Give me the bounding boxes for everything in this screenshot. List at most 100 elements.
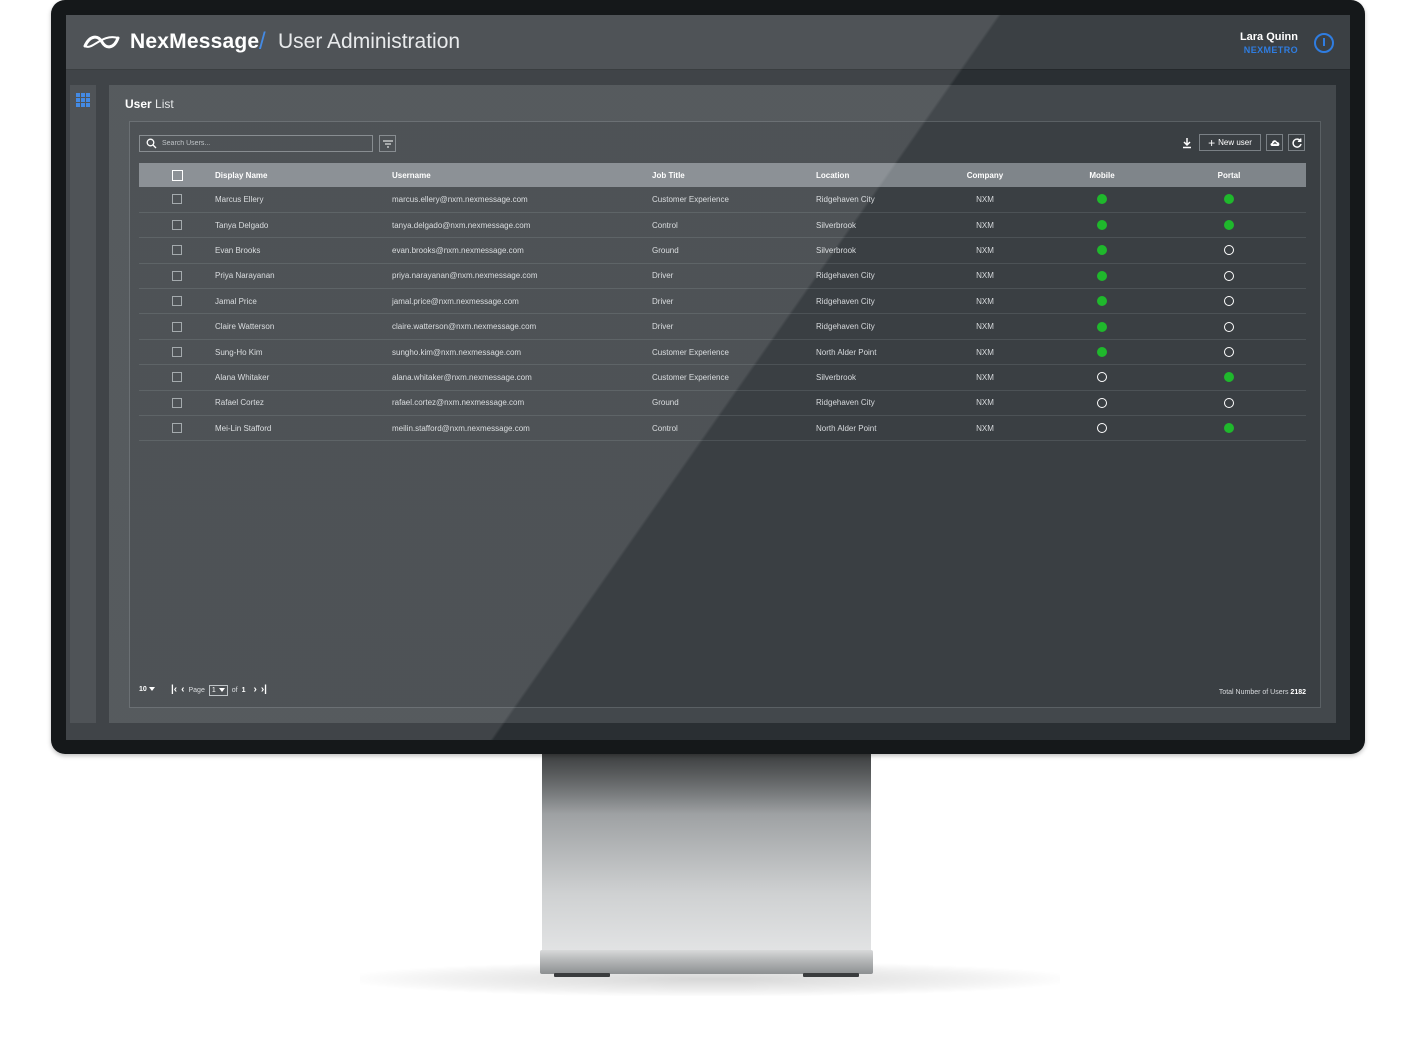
row-checkbox[interactable] xyxy=(172,347,182,358)
cell-company: NXM xyxy=(948,390,1022,417)
mobile-status-icon xyxy=(1097,347,1107,358)
cell-portal xyxy=(1182,313,1306,340)
cell-portal xyxy=(1182,288,1306,315)
table-row[interactable]: Mei-Lin Stafford meilin.stafford@nxm.nexm… xyxy=(139,415,1306,442)
row-checkbox[interactable] xyxy=(172,270,182,281)
row-select-cell xyxy=(139,187,215,213)
download-button[interactable] xyxy=(1180,135,1194,152)
cell-username: priya.narayanan@nxm.nexmessage.com xyxy=(392,263,652,290)
cell-mobile xyxy=(1022,313,1182,340)
table-row[interactable]: Priya Narayanan priya.narayanan@nxm.nexme… xyxy=(139,263,1306,290)
current-page-select[interactable]: 1 xyxy=(208,684,228,696)
screen: NexMessage / User Administration Lara Qu… xyxy=(66,15,1350,740)
cell-location: North Alder Point xyxy=(816,339,948,366)
row-select-cell xyxy=(139,390,215,417)
row-checkbox[interactable] xyxy=(172,423,182,434)
page-size-select[interactable]: 10 xyxy=(139,686,155,693)
row-checkbox[interactable] xyxy=(172,220,182,231)
row-select-cell xyxy=(139,237,215,264)
cell-display-name: Priya Narayanan xyxy=(215,263,392,290)
column-header-username[interactable]: Username xyxy=(392,163,652,187)
cell-company: NXM xyxy=(948,288,1022,315)
previous-page-icon[interactable]: ‹ xyxy=(181,685,184,695)
row-checkbox[interactable] xyxy=(172,397,182,408)
table-row[interactable]: Tanya Delgado tanya.delgado@nxm.nexmessag… xyxy=(139,212,1306,239)
portal-status-icon xyxy=(1224,397,1234,408)
cell-username: jamal.price@nxm.nexmessage.com xyxy=(392,288,652,315)
search-icon xyxy=(146,138,157,149)
user-name[interactable]: Lara Quinn xyxy=(1240,31,1298,43)
page-label: Page xyxy=(188,686,205,694)
panel-title: User List xyxy=(125,97,174,111)
cell-company: NXM xyxy=(948,187,1022,213)
column-header-job-title[interactable]: Job Title xyxy=(652,163,816,187)
table-row[interactable]: Jamal Price jamal.price@nxm.nexmessage.co… xyxy=(139,288,1306,315)
column-header-display-name[interactable]: Display Name xyxy=(215,163,392,187)
row-select-cell xyxy=(139,212,215,239)
row-checkbox[interactable] xyxy=(172,296,182,307)
cell-company: NXM xyxy=(948,415,1022,442)
of-label: of xyxy=(231,686,238,694)
row-checkbox[interactable] xyxy=(172,372,182,383)
row-checkbox[interactable] xyxy=(172,194,182,205)
cell-display-name: Tanya Delgado xyxy=(215,212,392,239)
cell-display-name: Mei-Lin Stafford xyxy=(215,415,392,442)
cell-display-name: Alana Whitaker xyxy=(215,364,392,391)
search-box xyxy=(139,135,373,152)
row-select-cell xyxy=(139,339,215,366)
column-header-mobile[interactable]: Mobile xyxy=(1022,163,1182,187)
column-header-location[interactable]: Location xyxy=(816,163,948,187)
next-page-icon[interactable]: › xyxy=(254,685,257,695)
first-page-icon[interactable]: |‹ xyxy=(171,685,177,695)
sidebar xyxy=(70,85,96,723)
column-header-portal[interactable]: Portal xyxy=(1182,163,1306,187)
upload-button[interactable] xyxy=(1266,134,1283,151)
cell-location: Silverbrook xyxy=(816,364,948,391)
mobile-status-icon xyxy=(1097,194,1107,205)
cell-username: tanya.delgado@nxm.nexmessage.com xyxy=(392,212,652,239)
table-row[interactable]: Sung-Ho Kim sungho.kim@nxm.nexmessage.com… xyxy=(139,339,1306,366)
cell-mobile xyxy=(1022,415,1182,442)
cell-company: NXM xyxy=(948,263,1022,290)
cell-job-title: Control xyxy=(652,212,816,239)
cell-display-name: Sung-Ho Kim xyxy=(215,339,392,366)
row-select-cell xyxy=(139,415,215,442)
user-organization: NEXMETRO xyxy=(1243,45,1298,55)
new-user-button[interactable]: + New user xyxy=(1199,134,1261,151)
panel-title-bold: User xyxy=(125,97,152,111)
cell-username: sungho.kim@nxm.nexmessage.com xyxy=(392,339,652,366)
foot-pad xyxy=(803,973,859,977)
cell-company: NXM xyxy=(948,364,1022,391)
cell-location: Ridgehaven City xyxy=(816,313,948,340)
table-row[interactable]: Rafael Cortez rafael.cortez@nxm.nexmessag… xyxy=(139,390,1306,417)
apps-grid-icon[interactable] xyxy=(76,93,90,107)
mobile-status-icon xyxy=(1097,296,1107,307)
portal-status-icon xyxy=(1224,372,1234,383)
table-row[interactable]: Marcus Ellery marcus.ellery@nxm.nexmessag… xyxy=(139,187,1306,213)
column-header-company[interactable]: Company xyxy=(948,163,1022,187)
search-input[interactable] xyxy=(162,136,367,151)
mobile-status-icon xyxy=(1097,423,1107,434)
power-icon[interactable] xyxy=(1314,33,1334,53)
plus-icon: + xyxy=(1208,135,1216,150)
cell-company: NXM xyxy=(948,212,1022,239)
refresh-button[interactable] xyxy=(1288,134,1305,151)
user-table: Display Name Username Job Title Location… xyxy=(139,163,1306,442)
table-row[interactable]: Alana Whitaker alana.whitaker@nxm.nexmess… xyxy=(139,364,1306,391)
portal-status-icon xyxy=(1224,270,1234,281)
new-user-label: New user xyxy=(1218,138,1252,147)
cell-username: alana.whitaker@nxm.nexmessage.com xyxy=(392,364,652,391)
row-checkbox[interactable] xyxy=(172,321,182,332)
table-row[interactable]: Claire Watterson claire.watterson@nxm.nex… xyxy=(139,313,1306,340)
portal-status-icon xyxy=(1224,321,1234,332)
last-page-icon[interactable]: ›| xyxy=(261,685,267,695)
cell-username: rafael.cortez@nxm.nexmessage.com xyxy=(392,390,652,417)
filter-button[interactable] xyxy=(379,135,396,152)
table-row[interactable]: Evan Brooks evan.brooks@nxm.nexmessage.co… xyxy=(139,237,1306,264)
cell-portal xyxy=(1182,212,1306,239)
row-checkbox[interactable] xyxy=(172,245,182,256)
cell-location: Ridgehaven City xyxy=(816,288,948,315)
select-all-checkbox[interactable] xyxy=(171,169,183,181)
portal-status-icon xyxy=(1224,220,1234,231)
foot-pad xyxy=(554,973,610,977)
